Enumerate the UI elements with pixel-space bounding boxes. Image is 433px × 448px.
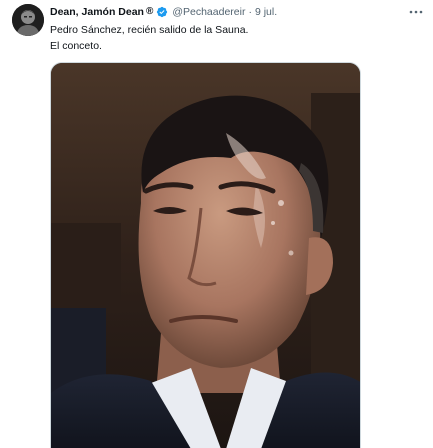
author-display-name[interactable]: Dean, Jamón Dean [50, 4, 144, 20]
tweet-text-line: Pedro Sánchez, recién salido de la Sauna… [50, 24, 249, 36]
avatar-image [12, 4, 44, 36]
tweet: Dean, Jamón Dean ® @Pechaadereir · 9 jul… [0, 0, 433, 448]
separator-dot: · [248, 6, 252, 18]
photo-illustration [51, 63, 360, 448]
tweet-header: Dean, Jamón Dean ® @Pechaadereir · 9 jul… [50, 4, 277, 20]
tweet-date[interactable]: 9 jul. [255, 4, 277, 20]
tweet-text-line: El conceto. [50, 40, 102, 52]
tweet-text: Pedro Sánchez, recién salido de la Sauna… [50, 22, 420, 54]
avatar[interactable] [12, 4, 44, 36]
author-handle[interactable]: @Pechaadereir [172, 4, 245, 20]
tweet-photo[interactable] [50, 62, 361, 448]
verified-badge-icon [156, 6, 168, 18]
registered-mark: ® [145, 6, 154, 17]
more-icon[interactable] [407, 4, 425, 20]
